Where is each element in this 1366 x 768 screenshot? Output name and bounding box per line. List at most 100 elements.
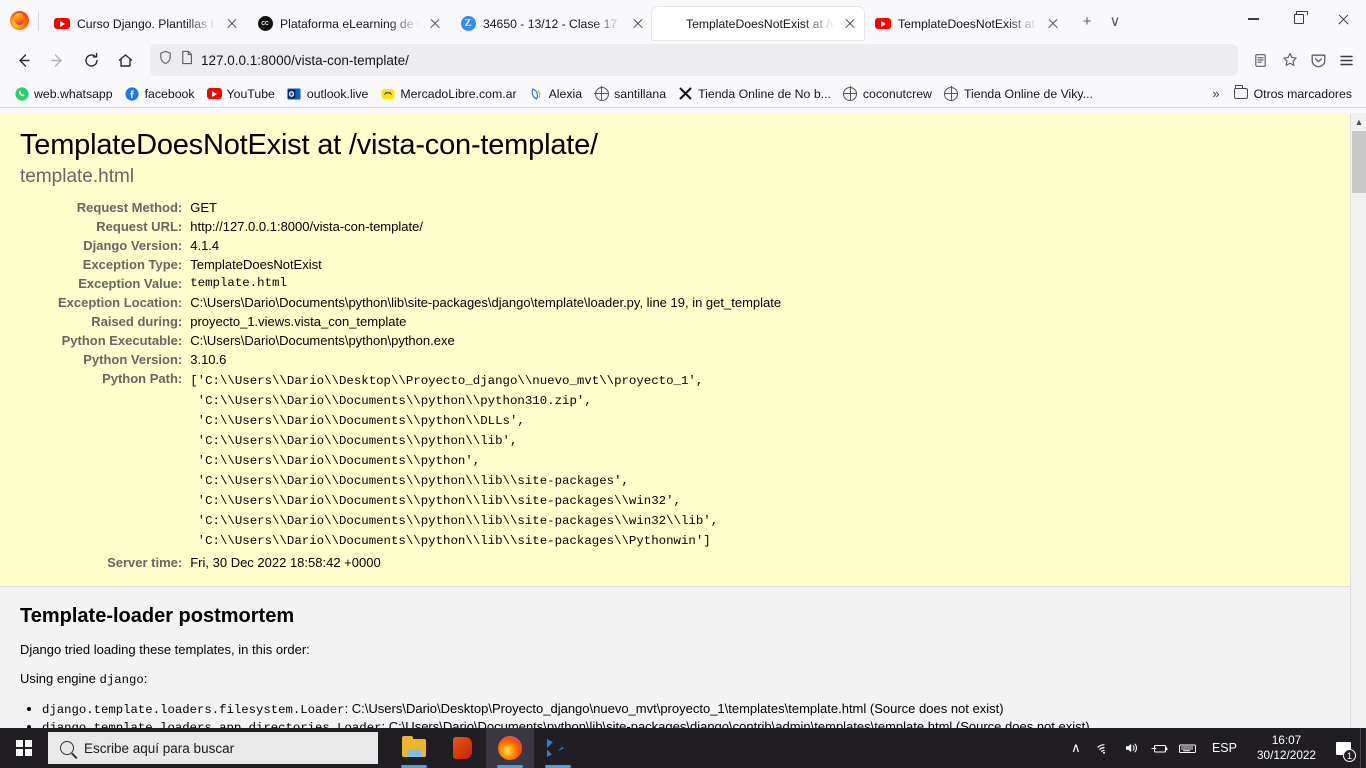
wifi-icon[interactable]: [1090, 728, 1118, 768]
browser-tab-4[interactable]: TemplateDoesNotExist at / Ho: [864, 7, 1067, 40]
facebook-icon: [125, 86, 140, 101]
star-icon[interactable]: [1276, 46, 1304, 74]
bookmark-coconutcrew[interactable]: coconutcrew: [837, 83, 938, 104]
forward-button[interactable]: [40, 44, 74, 76]
scroll-up-icon[interactable]: ▲: [1351, 113, 1366, 130]
taskbar-app-vscode[interactable]: [534, 728, 582, 768]
bookmark-mercadolibre[interactable]: MercadoLibre.com.ar: [374, 83, 522, 104]
loader-path: C:\Users\Dario\Documents\python\lib\site…: [388, 719, 1090, 728]
start-button[interactable]: [0, 728, 48, 768]
page-scrollbar[interactable]: ▲: [1350, 113, 1366, 728]
bookmark-santillana[interactable]: santillana: [588, 83, 672, 104]
notifications-button[interactable]: 1: [1326, 728, 1360, 768]
youtube-icon: [54, 16, 70, 32]
close-icon[interactable]: [224, 16, 240, 32]
table-row: Python Version: 3.10.6: [58, 350, 781, 369]
close-icon[interactable]: [630, 16, 646, 32]
browser-tab-3-active[interactable]: TemplateDoesNotExist at /vista-c: [652, 7, 864, 40]
browser-tab-1[interactable]: CC Plataforma eLearning de Cod: [246, 7, 449, 40]
bookmarks-overflow-icon[interactable]: »: [1212, 86, 1219, 101]
meta-label: Server time:: [107, 555, 183, 570]
browser-tab-0[interactable]: Curso Django. Plantillas I. Vid: [43, 7, 246, 40]
youtube-icon: [875, 16, 891, 32]
reader-view-icon[interactable]: [1246, 46, 1274, 74]
bookmark-label: MercadoLibre.com.ar: [400, 86, 517, 101]
postmortem-intro: Django tried loading these templates, in…: [20, 642, 310, 657]
bookmark-tienda-online-viky[interactable]: Tienda Online de Viky...: [938, 83, 1099, 104]
firefox-icon: [498, 736, 522, 760]
show-hidden-icons-icon[interactable]: ∧: [1062, 728, 1090, 768]
bookmark-label: Alexia: [548, 86, 583, 101]
globe-icon: [944, 86, 959, 101]
taskbar-app-firefox[interactable]: [486, 728, 534, 768]
close-icon[interactable]: [427, 16, 443, 32]
bookmark-tienda-online-no[interactable]: Tienda Online de No b...: [672, 83, 837, 104]
meta-value: template.html: [190, 276, 287, 290]
browser-tab-2[interactable]: Z 34650 - 13/12 - Clase 17 - Dja: [449, 7, 652, 40]
folder-icon: [1234, 85, 1249, 101]
close-window-button[interactable]: [1321, 0, 1366, 38]
bookmarks-toolbar: web.whatsapp facebook YouTube outlook.li…: [0, 80, 1366, 108]
back-button[interactable]: [6, 44, 40, 76]
whatsapp-icon: [14, 86, 29, 101]
taskbar-app-file-explorer[interactable]: [390, 728, 438, 768]
close-icon[interactable]: [1045, 16, 1061, 32]
bookmark-facebook[interactable]: facebook: [119, 83, 201, 104]
application-menu-icon[interactable]: [1332, 46, 1360, 74]
bookmark-youtube[interactable]: YouTube: [201, 83, 281, 104]
meta-value: GET: [190, 200, 217, 215]
office-icon: [452, 737, 472, 759]
engine-prefix: Using engine: [20, 671, 100, 686]
windows-logo-icon: [16, 740, 32, 756]
meta-label: Django Version:: [83, 238, 183, 253]
table-row: Exception Location: C:\Users\Dario\Docum…: [58, 293, 781, 312]
bookmark-label: Tienda Online de No b...: [698, 86, 831, 101]
bookmark-alexia[interactable]: Alexia: [523, 83, 589, 104]
tab-tools: + ∨: [1073, 7, 1129, 35]
globe-icon: [843, 86, 858, 101]
table-row: Raised during: proyecto_1.views.vista_co…: [58, 312, 781, 331]
error-meta-table: Request Method: GET Request URL: http://…: [58, 198, 781, 572]
search-input[interactable]: Escribe aquí para buscar: [48, 732, 378, 764]
meta-label: Request Method:: [76, 200, 183, 215]
template-loader-postmortem: Template-loader postmortem Django tried …: [0, 587, 1350, 728]
save-to-pocket-icon[interactable]: [1304, 46, 1332, 74]
clock[interactable]: 16:07 30/12/2022: [1247, 733, 1326, 763]
new-tab-button[interactable]: +: [1073, 7, 1101, 35]
scrollbar-thumb[interactable]: [1352, 131, 1366, 193]
home-button[interactable]: [108, 44, 142, 76]
restore-button[interactable]: [1276, 0, 1321, 38]
minimize-button[interactable]: [1231, 0, 1276, 38]
page-info-icon[interactable]: [180, 50, 194, 70]
table-row: Request URL: http://127.0.0.1:8000/vista…: [58, 217, 781, 236]
volume-icon[interactable]: [1118, 728, 1146, 768]
screen: Curso Django. Plantillas I. Vid CC Plata…: [0, 0, 1366, 768]
meta-value: 3.10.6: [190, 352, 227, 367]
close-icon[interactable]: [842, 16, 858, 32]
alexia-icon: [529, 86, 544, 101]
other-bookmarks-folder[interactable]: Otros marcadores: [1228, 83, 1358, 104]
page-viewport: TemplateDoesNotExist at /vista-con-templ…: [0, 113, 1366, 728]
list-item: django.template.loaders.app_directories.…: [42, 719, 1330, 728]
bookmark-web-whatsapp[interactable]: web.whatsapp: [8, 83, 119, 104]
list-all-tabs-icon[interactable]: ∨: [1101, 7, 1129, 35]
firefox-logo-icon: [4, 0, 34, 40]
tab-separator: [38, 11, 39, 31]
bookmark-outlook-live[interactable]: outlook.live: [281, 83, 375, 104]
keyboard-icon[interactable]: [1174, 728, 1202, 768]
engine-suffix: :: [143, 671, 148, 686]
tab-title: Curso Django. Plantillas I. Vid: [77, 16, 217, 31]
bookmark-label: YouTube: [226, 86, 275, 101]
globe-icon: [594, 86, 609, 101]
system-tray: ∧ ESP 16:07 30/12/2022 1: [1062, 728, 1366, 768]
language-indicator[interactable]: ESP: [1202, 741, 1247, 755]
shield-icon[interactable]: [158, 50, 173, 70]
taskbar-app-office[interactable]: [438, 728, 486, 768]
battery-icon[interactable]: [1146, 728, 1174, 768]
url-bar[interactable]: 127.0.0.1:8000/vista-con-template/: [150, 44, 1238, 76]
reload-button[interactable]: [74, 44, 108, 76]
show-desktop-button[interactable]: [1360, 728, 1366, 768]
meta-value: proyecto_1.views.vista_con_template: [190, 314, 407, 329]
page-title: TemplateDoesNotExist at /vista-con-templ…: [20, 129, 598, 161]
tab-title: 34650 - 13/12 - Clase 17 - Dja: [483, 16, 623, 31]
